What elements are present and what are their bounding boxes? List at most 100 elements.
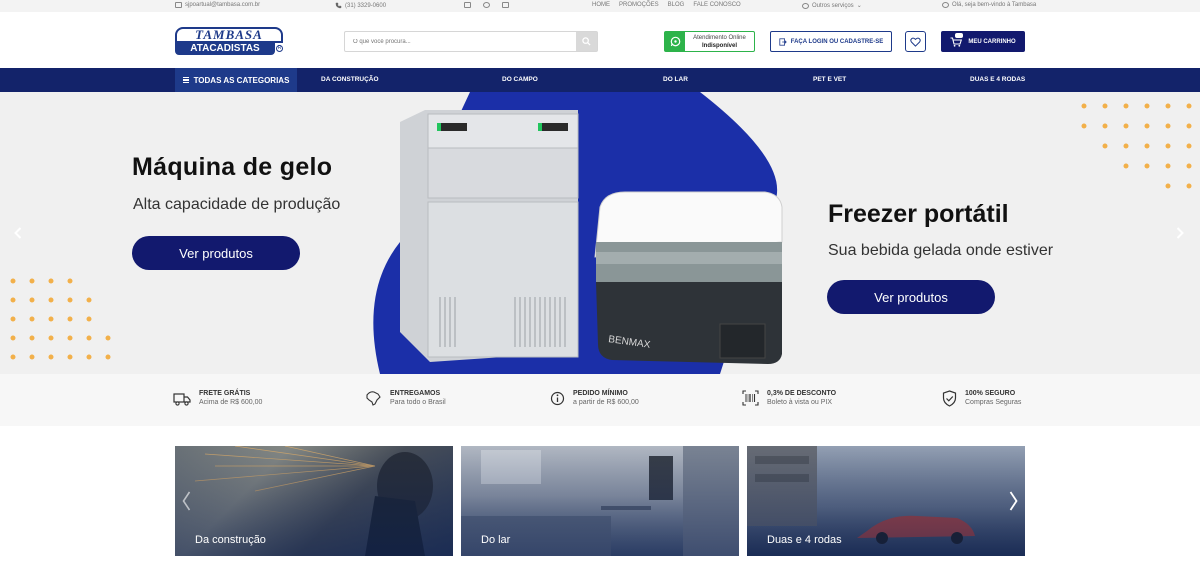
menu-icon — [182, 76, 189, 84]
phone-icon — [335, 2, 342, 9]
hero-left-title: Máquina de gelo — [132, 153, 333, 181]
benefit-pedido-minimo: PEDIDO MÍNIMO a partir de R$ 600,00 — [550, 389, 639, 407]
topbar-link-home[interactable]: HOME — [592, 2, 610, 8]
nav-item-pet-e-vet[interactable]: PET E VET — [813, 68, 846, 92]
search-button[interactable] — [576, 32, 597, 51]
hero-banner[interactable]: BENMAX Máquina de gelo Alta capacidade d… — [0, 92, 1200, 374]
truck-icon — [173, 392, 191, 406]
category-navbar: TODAS AS CATEGORIAS DA CONSTRUÇÃO DO CAM… — [0, 68, 1200, 92]
decorative-dots-left — [10, 278, 111, 360]
category-card-do-lar[interactable]: Do lar — [461, 446, 739, 556]
benefit-title: PEDIDO MÍNIMO — [573, 390, 628, 397]
benefit-title: FRETE GRÁTIS — [199, 390, 251, 397]
chevron-right-icon — [1176, 227, 1184, 239]
user-icon — [942, 2, 949, 8]
tambasa-logo[interactable]: TAMBASA ATACADISTAS R — [175, 27, 283, 57]
globe-icon — [802, 2, 809, 9]
barcode-icon — [742, 390, 759, 406]
cart-count-badge — [955, 33, 963, 38]
hero-right-subtitle: Sua bebida gelada onde estiver — [828, 242, 1054, 259]
benefit-title: 0,3% DE DESCONTO — [767, 390, 837, 397]
benefit-frete-gratis: FRETE GRÁTIS Acima de R$ 600,00 — [173, 389, 262, 407]
benefit-entregamos: ENTREGAMOS Para todo o Brasil — [364, 389, 446, 407]
email-text: sjpoartual@tambasa.com.br — [185, 2, 261, 8]
cart-label: MEU CARRINHO — [968, 38, 1016, 45]
whatsapp-line1: Atendimento Online — [693, 35, 746, 41]
user-greeting[interactable]: Olá, seja bem-vindo à Tambasa — [942, 2, 1036, 8]
all-categories-button[interactable]: TODAS AS CATEGORIAS — [175, 68, 297, 92]
favorites-button[interactable] — [905, 31, 926, 52]
topbar-link-fale-conosco[interactable]: FALE CONOSCO — [693, 2, 740, 8]
greeting-text: Olá, seja bem-vindo à Tambasa — [952, 2, 1037, 8]
benefits-strip: FRETE GRÁTIS Acima de R$ 600,00 ENTREGAM… — [0, 374, 1200, 426]
whatsapp-text: Atendimento Online Indisponível — [685, 32, 754, 51]
logo-top-text: TAMBASA — [175, 27, 283, 43]
chevron-down-icon: ⌄ — [856, 3, 862, 9]
brazil-map-icon — [366, 391, 381, 406]
cart-button[interactable]: MEU CARRINHO — [941, 31, 1025, 52]
category-card-duas-e-4-rodas[interactable]: Duas e 4 rodas — [747, 446, 1025, 556]
topbar-email[interactable]: sjpoartual@tambasa.com.br — [175, 2, 260, 8]
search-icon — [582, 37, 591, 46]
login-label: FAÇA LOGIN OU CADASTRE-SE — [790, 38, 884, 45]
cards-next-arrow[interactable] — [1007, 488, 1019, 514]
login-icon — [779, 37, 787, 46]
social-links — [464, 2, 509, 8]
instagram-icon[interactable] — [483, 2, 490, 8]
search-input[interactable] — [345, 32, 577, 51]
whatsapp-icon — [665, 32, 685, 51]
mail-icon — [175, 2, 182, 8]
other-services-dropdown[interactable]: Outros serviços ⌄ — [802, 2, 862, 9]
cards-prev-arrow[interactable] — [180, 488, 192, 514]
hero-next-arrow[interactable] — [1174, 225, 1186, 241]
topbar-link-promocoes[interactable]: PROMOÇÕES — [619, 2, 659, 8]
hero-right-cta-button[interactable]: Ver produtos — [827, 280, 995, 314]
topbar-phone[interactable]: (31) 3329-0600 — [335, 2, 386, 9]
login-signup-button[interactable]: FAÇA LOGIN OU CADASTRE-SE — [770, 31, 892, 52]
top-utility-bar: sjpoartual@tambasa.com.br (31) 3329-0600… — [0, 0, 1200, 12]
hero-prev-arrow[interactable] — [12, 225, 24, 241]
card-label: Da construção — [195, 534, 266, 546]
benefit-title: ENTREGAMOS — [390, 390, 441, 397]
card-label: Do lar — [481, 534, 511, 546]
hero-artwork: BENMAX — [10, 92, 1192, 374]
main-header: TAMBASA ATACADISTAS R Atendimento Online… — [0, 12, 1200, 68]
cart-icon — [950, 36, 963, 47]
benefit-desconto: 0,3% DE DESCONTO Boleto à vista ou PIX — [742, 389, 836, 407]
topbar-link-blog[interactable]: BLOG — [668, 2, 685, 8]
benefit-seguro: 100% SEGURO Compras Seguras — [942, 389, 1021, 407]
all-categories-label: TODAS AS CATEGORIAS — [193, 75, 290, 85]
facebook-icon[interactable] — [464, 2, 471, 8]
benefit-title: 100% SEGURO — [965, 390, 1016, 397]
card-label: Duas e 4 rodas — [767, 534, 842, 546]
whatsapp-support-button[interactable]: Atendimento Online Indisponível — [664, 31, 755, 52]
nav-item-da-construcao[interactable]: DA CONSTRUÇÃO — [321, 68, 379, 92]
shield-icon — [942, 389, 957, 407]
category-card-da-construcao[interactable]: Da construção — [175, 446, 453, 556]
benefit-subtitle: Boleto à vista ou PIX — [767, 399, 832, 406]
whatsapp-status: Indisponível — [701, 43, 737, 49]
hero-left-subtitle: Alta capacidade de produção — [133, 196, 341, 213]
registered-mark: R — [276, 45, 283, 52]
heart-icon — [910, 37, 921, 47]
ice-machine-image — [400, 110, 579, 362]
nav-item-do-campo[interactable]: DO CAMPO — [502, 68, 538, 92]
phone-text: (31) 3329-0600 — [345, 2, 387, 9]
info-icon — [550, 391, 565, 405]
hero-left-cta-button[interactable]: Ver produtos — [132, 236, 300, 270]
other-services-label: Outros serviços — [812, 2, 854, 9]
benefit-subtitle: Acima de R$ 600,00 — [199, 399, 263, 406]
benefit-subtitle: Compras Seguras — [965, 399, 1022, 406]
nav-item-duas-e-4-rodas[interactable]: DUAS E 4 RODAS — [970, 68, 1025, 92]
chevron-right-icon — [1009, 491, 1018, 511]
portable-freezer-image: BENMAX — [594, 191, 783, 364]
linkedin-icon[interactable] — [502, 2, 509, 8]
nav-item-do-lar[interactable]: DO LAR — [663, 68, 688, 92]
search-bar — [344, 31, 598, 52]
topbar-links: HOME PROMOÇÕES BLOG FALE CONOSCO — [592, 2, 741, 8]
benefit-subtitle: Para todo o Brasil — [390, 399, 446, 406]
chevron-left-icon — [182, 491, 190, 511]
logo-bottom-text: ATACADISTAS — [175, 42, 275, 55]
decorative-dots-right — [1081, 103, 1192, 189]
benefit-subtitle: a partir de R$ 600,00 — [573, 399, 639, 406]
